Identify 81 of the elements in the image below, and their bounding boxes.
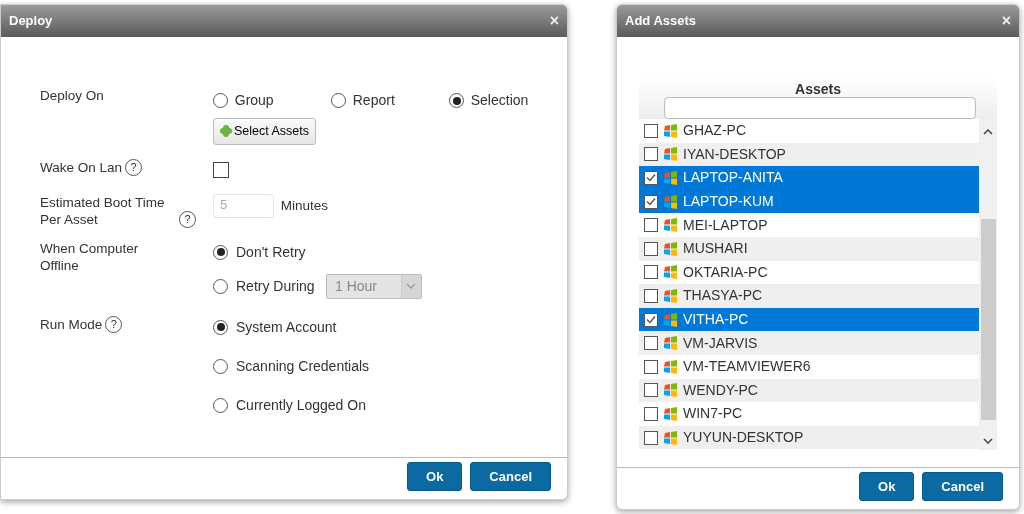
- search-field[interactable]: [664, 97, 976, 119]
- checkbox[interactable]: [644, 241, 658, 256]
- checkbox[interactable]: [644, 218, 658, 233]
- asset-row[interactable]: THASYA-PC: [639, 284, 979, 308]
- radio-button[interactable]: [213, 244, 228, 260]
- asset-row[interactable]: GHAZ-PC: [639, 119, 979, 143]
- windows-logo-icon: [663, 383, 678, 398]
- caret-icon: [406, 283, 417, 290]
- asset-row[interactable]: WIN7-PC: [639, 402, 979, 426]
- close-button[interactable]: ×: [1001, 13, 1011, 29]
- radio-button[interactable]: [213, 319, 228, 335]
- asset-row[interactable]: LAPTOP-ANITA: [639, 166, 979, 190]
- radio-label[interactable]: Currently Logged On: [236, 394, 366, 416]
- windows-logo-icon: [663, 241, 678, 256]
- asset-row[interactable]: MUSHARI: [639, 236, 979, 261]
- checkbox[interactable]: [644, 171, 658, 185]
- scroll-down-icon[interactable]: [983, 438, 993, 444]
- field-label: When Computer Offline: [40, 239, 140, 274]
- close-button[interactable]: ×: [549, 13, 559, 29]
- asset-row[interactable]: VITHA-PC: [639, 307, 979, 332]
- asset-row[interactable]: VM-JARVIS: [639, 331, 979, 355]
- radio-label[interactable]: Report: [352, 90, 395, 111]
- windows-logo-icon: [663, 359, 678, 374]
- dialog-title: Add Assets: [625, 12, 697, 31]
- windows-logo-icon: [663, 430, 678, 445]
- radio-label[interactable]: Retry During: [236, 275, 315, 297]
- asset-row[interactable]: IYAN-DESKTOP: [639, 142, 979, 167]
- windows-logo-icon: [663, 265, 678, 280]
- checkbox[interactable]: [644, 312, 658, 327]
- checkbox[interactable]: [644, 147, 658, 162]
- radio-button[interactable]: [213, 278, 228, 294]
- windows-logo-icon: [663, 171, 678, 185]
- windows-logo-icon: [663, 194, 678, 209]
- checkbox[interactable]: [644, 383, 658, 398]
- field-label: Wake On Lan: [40, 159, 123, 177]
- asset-row[interactable]: YUYUN-DESKTOP: [639, 425, 979, 450]
- ok-button[interactable]: Ok: [407, 462, 463, 491]
- asset-row[interactable]: VM-TEAMVIEWER6: [639, 354, 979, 379]
- checkbox[interactable]: [213, 161, 229, 178]
- checkbox[interactable]: [644, 194, 658, 209]
- checkbox[interactable]: [644, 406, 658, 421]
- field-label: Run Mode: [40, 315, 103, 333]
- windows-logo-icon: [663, 288, 678, 303]
- field-label: Deploy On: [40, 87, 104, 104]
- radio-button[interactable]: [213, 358, 228, 374]
- radio-label[interactable]: Don't Retry: [236, 241, 306, 263]
- windows-logo-icon: [663, 123, 678, 138]
- asset-row[interactable]: LAPTOP-KUM: [639, 189, 979, 214]
- column-title: Assets: [794, 80, 842, 99]
- ok-button[interactable]: Ok: [859, 472, 915, 501]
- scrollbar[interactable]: [979, 119, 997, 450]
- scroll-up-icon[interactable]: [983, 129, 993, 135]
- checkbox[interactable]: [644, 430, 658, 445]
- checkbox[interactable]: [644, 265, 658, 280]
- field-label: Estimated Boot Time Per Asset: [40, 193, 166, 228]
- radio-button[interactable]: [449, 93, 464, 108]
- windows-logo-icon: [663, 406, 678, 421]
- radio-button[interactable]: [213, 93, 228, 108]
- windows-logo-icon: [663, 218, 678, 233]
- checkbox[interactable]: [644, 359, 658, 374]
- unit-label: Minutes: [280, 196, 329, 215]
- dialog-title: Deploy: [9, 12, 53, 31]
- radio-label[interactable]: Scanning Credentials: [236, 355, 370, 377]
- radio-label[interactable]: Selection: [470, 90, 529, 111]
- asset-row[interactable]: OKTARIA-PC: [639, 260, 979, 285]
- windows-logo-icon: [663, 147, 678, 162]
- windows-logo-icon: [663, 336, 678, 351]
- radio-label[interactable]: System Account: [236, 316, 337, 338]
- radio-label[interactable]: Group: [234, 90, 274, 111]
- asset-row[interactable]: WENDY-PC: [639, 378, 979, 403]
- checkbox[interactable]: [644, 336, 658, 351]
- cancel-button[interactable]: Cancel: [922, 472, 1003, 501]
- cancel-button[interactable]: Cancel: [470, 462, 551, 491]
- radio-button[interactable]: [213, 397, 228, 413]
- checkbox[interactable]: [644, 288, 658, 303]
- add-icon: [220, 125, 232, 138]
- checkbox[interactable]: [644, 123, 658, 138]
- asset-row[interactable]: MEI-LAPTOP: [639, 213, 979, 237]
- radio-button[interactable]: [331, 93, 346, 108]
- windows-logo-icon: [663, 312, 678, 327]
- select-assets-button[interactable]: Select Assets: [213, 117, 317, 145]
